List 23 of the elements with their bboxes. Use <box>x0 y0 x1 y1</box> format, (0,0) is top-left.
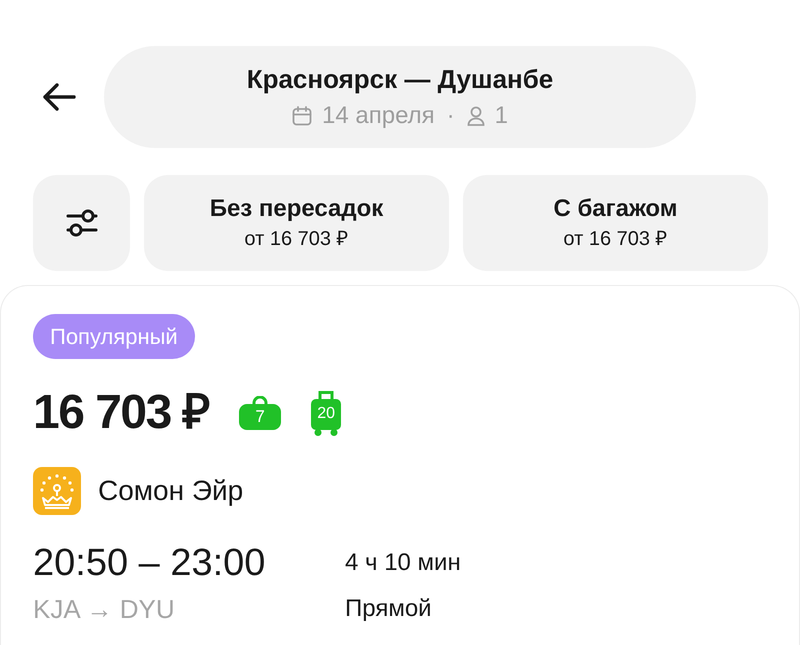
popular-badge: Популярный <box>33 314 195 359</box>
sliders-icon <box>66 208 98 238</box>
filter-chip[interactable]: Без пересадок от 16 703 ₽ <box>144 175 449 271</box>
stops-info: Прямой <box>345 594 433 624</box>
price: 16 703 ₽ <box>33 385 210 441</box>
route-codes: KJA → DYU <box>33 593 176 625</box>
route-title: Красноярск — Душанбе <box>246 63 554 95</box>
calendar-icon <box>292 106 312 126</box>
separator-dot: · <box>446 101 455 131</box>
trip-date: 14 апреля <box>322 101 435 131</box>
flight-times: 20:50 – 23:00 <box>33 541 266 585</box>
baggage-weight: 7 <box>255 407 265 427</box>
flight-card[interactable]: Популярный 16 703 ₽ 7 20 Сомон Эйр 20:50 – 23:00 4 ч 10 мин KJA → DYU Прямой <box>0 285 800 645</box>
flight-duration: 4 ч 10 мин <box>345 548 462 578</box>
route-header[interactable]: Красноярск — Душанбе 14 апреля · 1 <box>104 46 696 148</box>
person-icon <box>466 106 485 126</box>
back-arrow-icon <box>42 82 76 112</box>
passenger-count: 1 <box>494 101 508 131</box>
airline-name: Сомон Эйр <box>98 474 244 508</box>
filter-chip[interactable]: С багажом от 16 703 ₽ <box>463 175 768 271</box>
baggage-weight: 20 <box>317 404 336 424</box>
crown-logo-icon <box>33 467 81 515</box>
filters-button[interactable] <box>33 175 130 271</box>
